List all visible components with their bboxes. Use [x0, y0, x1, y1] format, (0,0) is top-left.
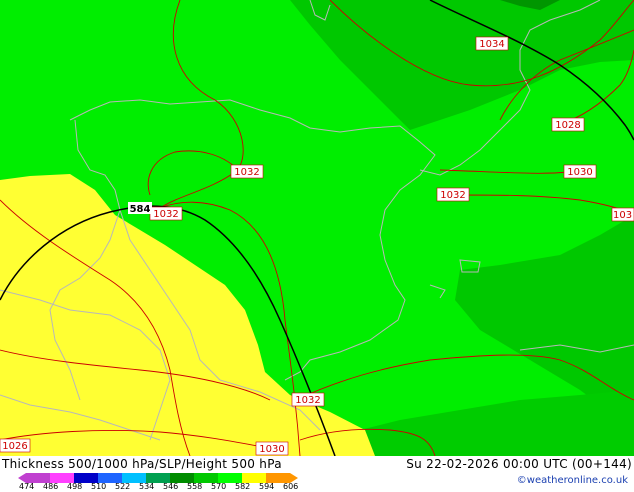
isobar-label: 1026: [0, 438, 31, 453]
isobar-label: 103: [611, 207, 634, 222]
svg-text:103: 103: [613, 210, 632, 221]
svg-text:1028: 1028: [555, 120, 580, 131]
colorbar-ticks: 474 486 498 510 522 534 546 558 570 582 594 606: [6, 482, 326, 492]
svg-text:1032: 1032: [234, 167, 259, 178]
isobar-label: 1032: [436, 187, 470, 202]
isobar-label: 1034: [475, 36, 509, 51]
svg-text:1026: 1026: [2, 441, 27, 452]
isobar-label: 1032: [230, 164, 264, 179]
isobar-label: 1030: [255, 441, 289, 456]
valid-time: Su 22-02-2026 00:00 UTC (00+144): [406, 457, 632, 471]
svg-text:1034: 1034: [479, 39, 504, 50]
svg-text:1032: 1032: [440, 190, 465, 201]
credit-link[interactable]: ©weatheronline.co.uk: [517, 475, 628, 486]
map-canvas: 1034 1028 1030 1032 1032 1032 103 1032 1…: [0, 0, 634, 456]
isobar-label: 1032: [149, 206, 183, 221]
isobar-label: 1030: [563, 164, 597, 179]
isobar-label: 1028: [551, 117, 585, 132]
svg-text:1030: 1030: [567, 167, 592, 178]
svg-text:1032: 1032: [153, 209, 178, 220]
isobar-label: 1032: [291, 392, 325, 407]
height-label: 584: [128, 202, 152, 215]
svg-text:584: 584: [130, 204, 151, 215]
svg-text:1030: 1030: [259, 444, 284, 455]
map-footer: Thickness 500/1000 hPa/SLP/Height 500 hP…: [0, 456, 634, 492]
map-title: Thickness 500/1000 hPa/SLP/Height 500 hP…: [2, 457, 282, 471]
svg-text:1032: 1032: [295, 395, 320, 406]
weather-map: 1034 1028 1030 1032 1032 1032 103 1032 1…: [0, 0, 634, 492]
